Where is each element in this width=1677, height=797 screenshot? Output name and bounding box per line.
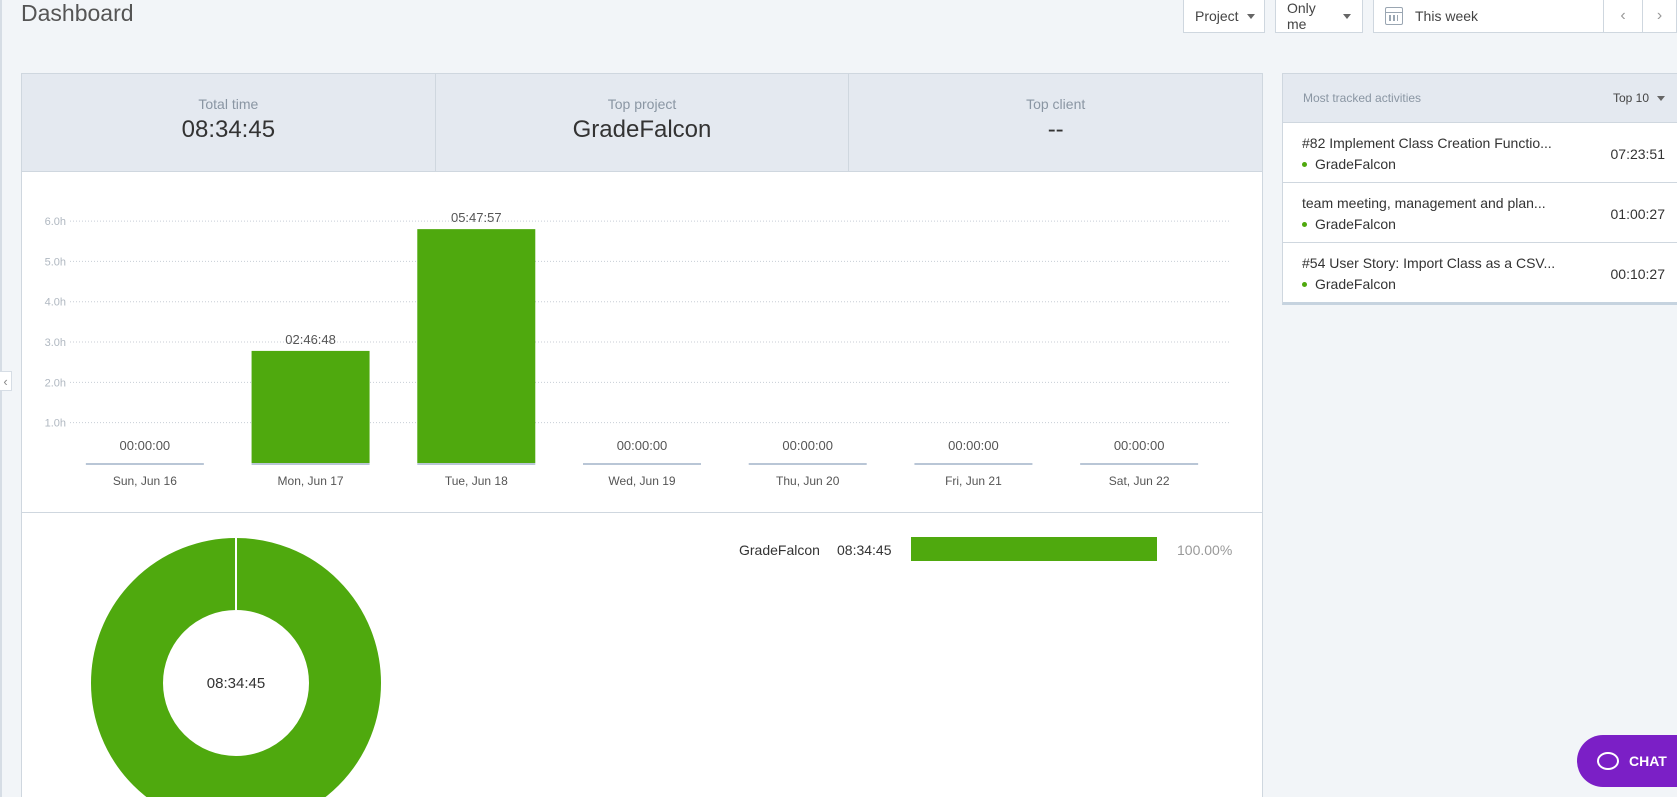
x-tick-label: Fri, Jun 21 [945,474,1002,488]
x-tick-label: Sun, Jun 16 [113,474,177,488]
total-time-label: Total time [198,96,259,112]
breakdown-project-time: 08:34:45 [837,542,892,558]
y-tick-label: 6.0h [45,216,66,228]
next-week-button[interactable]: › [1642,0,1677,33]
bar [417,229,536,463]
sidebar-expand-icon[interactable]: ‹ [0,371,12,391]
daily-bar-chart: 1.0h 2.0h 3.0h 4.0h 5.0h 6.0h 00:00:00 Sun, Jun… [22,172,1262,513]
donut-center-label: 08:34:45 [207,675,265,692]
top-client-label: Top client [1026,96,1086,112]
breakdown-project-name[interactable]: GradeFalcon [739,542,820,558]
bar [251,350,370,463]
project-color-dot-icon [1302,161,1307,167]
user-filter-dropdown[interactable]: Only me [1275,0,1363,33]
activity-time: 01:00:27 [1610,206,1666,222]
bar-data-label: 02:46:48 [285,332,336,347]
x-tick-label: Tue, Jun 18 [445,474,508,488]
y-tick-label: 5.0h [45,256,66,268]
project-color-dot-icon [1302,221,1307,227]
top-client-summary: Top client -- [849,74,1262,171]
y-tick-label: 2.0h [45,377,66,389]
chat-button[interactable]: CHAT [1577,735,1677,787]
top-limit-label: Top 10 [1612,91,1649,105]
bar-data-label: 00:00:00 [120,438,171,453]
activity-project: GradeFalcon [1302,156,1396,172]
dashboard-main-card: Total time 08:34:45 Top project GradeFal… [21,73,1263,797]
chat-bubble-icon [1597,752,1619,770]
user-filter-label: Only me [1287,0,1316,32]
top-project-label: Top project [607,96,677,112]
chat-label: CHAT [1629,753,1667,769]
y-tick-label: 3.0h [45,337,66,349]
activity-project-name: GradeFalcon [1315,216,1396,232]
activity-project: GradeFalcon [1302,276,1396,292]
bar-chart-svg: 1.0h 2.0h 3.0h 4.0h 5.0h 6.0h 00:00:00 Sun, Jun… [45,210,1230,488]
project-donut-chart: 08:34:45 [91,538,381,797]
activity-title: #82 Implement Class Creation Functio... [1302,135,1552,151]
y-tick-label: 4.0h [45,297,66,309]
top-limit-dropdown[interactable]: Top 10 [1613,91,1665,105]
activity-row[interactable]: team meeting, management and plan... Gra… [1283,183,1677,243]
y-tick-label: 1.0h [45,418,66,430]
x-tick-label: Thu, Jun 20 [776,474,840,488]
project-filter-label: Project [1195,8,1239,24]
page-title: Dashboard [21,0,134,26]
calendar-icon [1385,7,1403,25]
most-tracked-activities-panel: Most tracked activities Top 10 #82 Imple… [1282,73,1677,305]
breakdown-progress-bar [911,537,1157,561]
x-tick-label: Mon, Jun 17 [278,474,344,488]
x-tick-label: Sat, Jun 22 [1109,474,1170,488]
date-range-label: This week [1415,8,1479,24]
activity-project: GradeFalcon [1302,216,1396,232]
activity-project-name: GradeFalcon [1315,156,1396,172]
activity-row[interactable]: #54 User Story: Import Class as a CSV...… [1283,243,1677,303]
x-tick-label: Wed, Jun 19 [608,474,675,488]
project-color-dot-icon [1302,281,1307,287]
activity-title: #54 User Story: Import Class as a CSV... [1302,255,1556,271]
bar-data-label: 00:00:00 [948,438,999,453]
date-range-picker[interactable]: This week [1373,0,1604,33]
breakdown-bar-fill [911,537,1157,561]
caret-down-icon [1343,13,1351,19]
bar-data-label: 05:47:57 [451,210,502,225]
caret-down-icon [1246,13,1255,19]
activities-header-title: Most tracked activities [1303,91,1422,105]
total-time-summary: Total time 08:34:45 [22,74,436,171]
total-time-value: 08:34:45 [181,116,276,143]
activities-header: Most tracked activities Top 10 [1283,74,1677,123]
activity-row[interactable]: #82 Implement Class Creation Functio... … [1283,123,1677,183]
top-client-value: -- [1047,116,1064,143]
bar-data-label: 00:00:00 [617,438,668,453]
sidebar-edge [0,0,2,797]
activity-project-name: GradeFalcon [1315,276,1396,292]
project-filter-dropdown[interactable]: Project [1183,0,1265,33]
bar-data-label: 00:00:00 [782,438,833,453]
bar-data-label: 00:00:00 [1114,438,1165,453]
summary-strip: Total time 08:34:45 Top project GradeFal… [22,74,1262,172]
breakdown-percent: 100.00% [1177,542,1233,558]
caret-down-icon [1657,95,1665,101]
activity-time: 07:23:51 [1610,146,1666,162]
top-project-value: GradeFalcon [572,116,712,143]
previous-week-button[interactable]: ‹ [1603,0,1643,33]
activity-title: team meeting, management and plan... [1302,195,1546,211]
activity-time: 00:10:27 [1610,266,1666,282]
top-project-summary: Top project GradeFalcon [436,74,850,171]
project-breakdown-section: 08:34:45 GradeFalcon 08:34:45 100.00% [22,513,1262,797]
